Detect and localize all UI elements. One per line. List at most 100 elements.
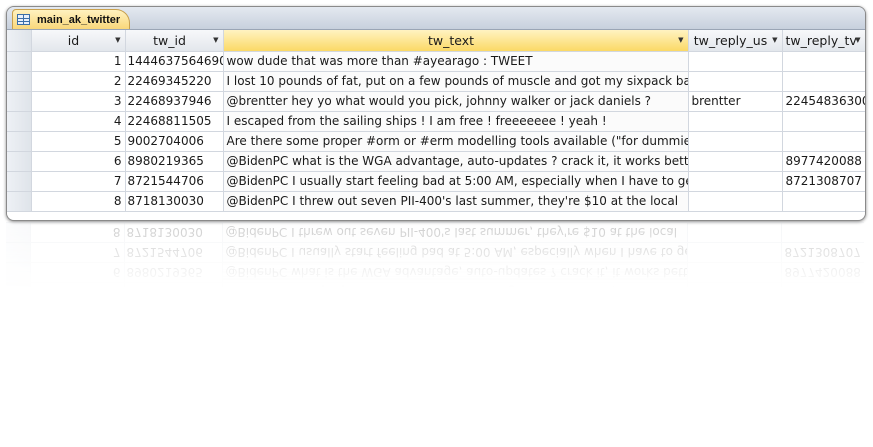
cell-tw-reply-user[interactable]	[688, 51, 783, 72]
row-selector[interactable]	[7, 111, 32, 132]
reflection-cell-tw-reply-user	[687, 262, 781, 283]
cell-tw-id[interactable]: 8980219365	[125, 151, 224, 172]
dropdown-arrow-icon[interactable]: ▼	[678, 36, 683, 44]
cell-tw-text[interactable]: @BidenPC what is the WGA advantage, auto…	[223, 151, 689, 172]
row-selector[interactable]	[7, 131, 32, 152]
cell-id[interactable]: 1	[31, 51, 126, 72]
reflection-row-selector	[6, 222, 30, 243]
tab-main-ak-twitter[interactable]: main_ak_twitter	[12, 9, 130, 29]
cell-id[interactable]: 4	[31, 111, 126, 132]
cell-tw-text[interactable]: I escaped from the sailing ships ! I am …	[223, 111, 689, 132]
header-row: id ▼ tw_id ▼ tw_text ▼ tw_reply_us ▼ tw_repl…	[7, 30, 865, 52]
column-header-id[interactable]: id ▼	[31, 30, 126, 52]
reflection-row-selector	[6, 242, 30, 263]
reflection-cell-tw-text: @BidenPC I usually start feeling bad at …	[222, 242, 687, 263]
cell-tw-reply-tweet[interactable]	[782, 191, 865, 212]
cell-tw-id[interactable]: 14446375646900	[125, 51, 224, 72]
dropdown-arrow-icon[interactable]: ▼	[772, 36, 777, 44]
reflection-cell-tw-reply-tweet: 8977420088	[781, 262, 864, 283]
reflection-cell-tw-reply-user	[687, 222, 781, 243]
cell-tw-text[interactable]: @BidenPC I threw out seven PII-400's las…	[223, 191, 689, 212]
cell-tw-reply-user[interactable]: brentter	[688, 91, 783, 112]
cell-id[interactable]: 7	[31, 171, 126, 192]
reflection-cell-tw-reply-user	[687, 242, 781, 263]
table-row[interactable]: 6 8980219365 @BidenPC what is the WGA adva…	[7, 151, 865, 172]
cell-tw-text[interactable]: @brentter hey yo what would you pick, jo…	[223, 91, 689, 112]
reflection-cell-tw-id: 8721544706	[124, 242, 222, 263]
column-header-tw-id[interactable]: tw_id ▼	[125, 30, 224, 52]
datasheet-table: id▼ tw_id▼ tw_text▼ tw_reply_us▼ tw_repl…	[6, 222, 864, 288]
reflection-cell-tw-id: 9002704006	[124, 282, 222, 288]
table-row[interactable]: 4 22468811505 I escaped from the sailing s…	[7, 111, 865, 132]
reflection-cell-tw-id: 8980219365	[124, 262, 222, 283]
cell-tw-id[interactable]: 9002704006	[125, 131, 224, 152]
table-row[interactable]: 7 8721544706 @BidenPC I usually start feel…	[7, 171, 865, 192]
cell-id[interactable]: 2	[31, 71, 126, 92]
cell-tw-id[interactable]: 8718130030	[125, 191, 224, 212]
row-selector[interactable]	[7, 71, 32, 92]
dropdown-arrow-icon[interactable]: ▼	[213, 36, 218, 44]
tab-label: main_ak_twitter	[37, 13, 121, 26]
cell-tw-reply-user[interactable]	[688, 71, 783, 92]
cell-tw-reply-tweet[interactable]: 8977420088	[782, 151, 865, 172]
row-selector[interactable]	[7, 191, 32, 212]
cell-tw-text[interactable]: Are there some proper #orm or #erm model…	[223, 131, 689, 152]
table-row[interactable]: 114446375646900wow dude that was more th…	[7, 51, 865, 72]
column-header-label: tw_text	[427, 32, 475, 48]
table-row[interactable]: 3 22468937946 @brentter hey yo what would …	[7, 91, 865, 112]
reflection-table-row: 6 8980219365 @BidenPC what is the WGA adva…	[6, 262, 864, 283]
cell-tw-id[interactable]: 22469345220	[125, 71, 224, 92]
reflection-cell-tw-reply-tweet	[781, 222, 864, 243]
reflection-cell-id: 7	[30, 242, 124, 263]
cell-tw-id[interactable]: 8721544706	[125, 171, 224, 192]
cell-id[interactable]: 5	[31, 131, 126, 152]
reflection-cell-tw-text: @BidenPC I threw out seven PII-400's las…	[222, 222, 687, 243]
reflection-cell-id: 6	[30, 262, 124, 283]
column-header-tw-text[interactable]: tw_text ▼	[223, 30, 689, 52]
cell-tw-id[interactable]: 22468811505	[125, 111, 224, 132]
select-all-corner[interactable]	[7, 30, 32, 52]
reflection-cell-tw-reply-tweet	[781, 282, 864, 288]
table-row[interactable]: 5 9002704006 Are there some proper #orm or…	[7, 131, 865, 152]
row-selector[interactable]	[7, 91, 32, 112]
datasheet-grid: id ▼ tw_id ▼ tw_text ▼ tw_reply_us ▼ tw_repl…	[7, 30, 865, 220]
reflection-cell-id: 8	[30, 222, 124, 243]
column-header-tw-reply-tweet[interactable]: tw_reply_tv ▼	[782, 30, 865, 52]
table-row[interactable]: 8 8718130030 @BidenPC I threw out seven PI…	[7, 191, 865, 212]
dropdown-arrow-icon[interactable]: ▼	[115, 36, 120, 44]
cell-tw-reply-tweet[interactable]: 22454836300	[782, 91, 865, 112]
cell-tw-reply-tweet[interactable]	[782, 51, 865, 72]
table-datasheet-window: main_ak_twitter id ▼ tw_id ▼ tw_text ▼ t…	[6, 6, 866, 221]
cell-tw-text[interactable]: wow dude that was more than #ayearago : …	[223, 51, 689, 72]
cell-tw-reply-tweet[interactable]	[782, 111, 865, 132]
cell-tw-reply-user[interactable]	[688, 171, 783, 192]
cell-id[interactable]: 8	[31, 191, 126, 212]
cell-tw-reply-user[interactable]	[688, 151, 783, 172]
cell-tw-text[interactable]: @BidenPC I usually start feeling bad at …	[223, 171, 689, 192]
cell-tw-reply-user[interactable]	[688, 191, 783, 212]
cell-tw-id[interactable]: 22468937946	[125, 91, 224, 112]
reflection-table-body: 114446375646900wow dude that was more th…	[6, 222, 864, 288]
column-header-label: id	[67, 32, 80, 48]
cell-tw-reply-user[interactable]	[688, 131, 783, 152]
cell-id[interactable]: 3	[31, 91, 126, 112]
cell-tw-reply-user[interactable]	[688, 111, 783, 132]
row-selector[interactable]	[7, 171, 32, 192]
reflection-cell-tw-text: @BidenPC what is the WGA advantage, auto…	[222, 262, 687, 283]
row-selector[interactable]	[7, 51, 32, 72]
reflection-table-row: 8 8718130030 @BidenPC I threw out seven PI…	[6, 222, 864, 243]
reflection-cell-id: 5	[30, 282, 124, 288]
cell-tw-text[interactable]: I lost 10 pounds of fat, put on a few po…	[223, 71, 689, 92]
scene: main_ak_twitter id ▼ tw_id ▼ tw_text ▼ t…	[6, 6, 866, 438]
cell-id[interactable]: 6	[31, 151, 126, 172]
column-header-label: tw_id	[153, 32, 186, 48]
column-header-tw-reply-user[interactable]: tw_reply_us ▼	[688, 30, 783, 52]
cell-tw-reply-tweet[interactable]: 8721308707	[782, 171, 865, 192]
table-icon	[17, 14, 30, 25]
cell-tw-reply-tweet[interactable]	[782, 71, 865, 92]
cell-tw-reply-tweet[interactable]	[782, 131, 865, 152]
row-selector[interactable]	[7, 151, 32, 172]
dropdown-arrow-icon[interactable]: ▼	[855, 36, 860, 44]
table-row[interactable]: 2 22469345220 I lost 10 pounds of fat, put…	[7, 71, 865, 92]
reflection-row-selector	[6, 282, 30, 288]
